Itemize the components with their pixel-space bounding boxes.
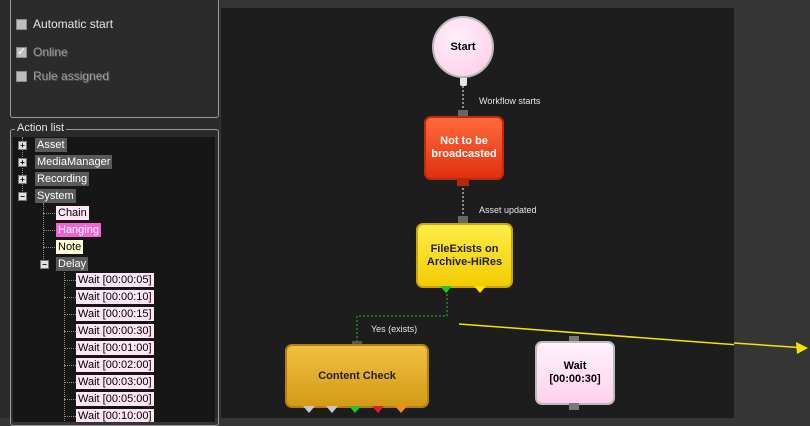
left-panel: Automatic start Online Rule assigned Act…: [0, 0, 220, 426]
start-output-port[interactable]: [460, 78, 467, 86]
tree-line: [64, 331, 76, 332]
expand-icon[interactable]: +: [18, 141, 27, 150]
tree-item-chain[interactable]: Chain: [56, 206, 89, 220]
tree-line: [64, 382, 76, 383]
tree-item-asset[interactable]: Asset: [35, 138, 67, 152]
action-list-title: Action list: [15, 121, 67, 135]
tree-item-wait[interactable]: Wait [00:05:00]: [76, 392, 154, 406]
checkbox-box: [16, 70, 27, 82]
checkbox-box[interactable]: [16, 18, 27, 30]
rule-assigned-checkbox: Rule assigned: [16, 69, 109, 83]
start-node[interactable]: Start: [432, 16, 494, 78]
expand-icon[interactable]: +: [18, 158, 27, 167]
tree-line: [43, 247, 55, 248]
tree-item-wait[interactable]: Wait [00:00:10]: [76, 290, 154, 304]
rule-assigned-label: Rule assigned: [33, 69, 110, 83]
start-node-label: Start: [450, 40, 476, 53]
yellow-node-input-port[interactable]: [458, 216, 468, 223]
tree-item-wait[interactable]: Wait [00:00:30]: [76, 324, 154, 338]
drag-arrow: [734, 342, 808, 354]
node-label: Content Check: [318, 369, 396, 382]
tree-line: [43, 203, 44, 261]
file-exists-node[interactable]: FileExists on Archive-HiRes: [416, 223, 513, 288]
tree-item-recording[interactable]: Recording: [35, 172, 90, 186]
node-label: Wait [00:00:30]: [549, 360, 601, 385]
collapse-icon[interactable]: −: [40, 260, 49, 269]
tree-item-system[interactable]: System: [35, 189, 76, 203]
online-label: Online: [33, 45, 68, 59]
tree-item-note[interactable]: Note: [56, 240, 84, 254]
output-port-grey[interactable]: [303, 406, 315, 414]
online-checkbox: Online: [16, 45, 68, 59]
edge-label-yes-exists: Yes (exists): [371, 324, 418, 334]
edge-label-asset-updated: Asset updated: [479, 205, 537, 215]
expand-icon[interactable]: +: [18, 175, 27, 184]
no-output-port[interactable]: [474, 286, 486, 294]
tree-line: [43, 230, 55, 231]
wait-node[interactable]: Wait [00:00:30]: [535, 341, 615, 405]
content-check-node[interactable]: Content Check: [285, 344, 429, 408]
tree-item-wait[interactable]: Wait [00:01:00]: [76, 341, 154, 355]
automatic-start-checkbox[interactable]: Automatic start: [16, 17, 113, 31]
red-node-output-port[interactable]: [457, 178, 469, 186]
yes-output-port[interactable]: [440, 286, 452, 294]
tree-line: [43, 213, 55, 214]
tree-item-wait[interactable]: Wait [00:02:00]: [76, 358, 154, 372]
connector-yes-exists: [356, 290, 448, 343]
node-label: Not to be broadcasted: [431, 135, 497, 160]
not-to-be-broadcasted-node[interactable]: Not to be broadcasted: [424, 116, 504, 180]
workflow-canvas[interactable]: Start Workflow starts Not to be broadcas…: [221, 8, 734, 418]
tree-item-hanging[interactable]: Hanging: [56, 223, 101, 237]
tree-line: [64, 399, 76, 400]
tree-line: [64, 280, 76, 281]
tree-item-delay[interactable]: Delay: [56, 257, 89, 271]
tree-line: [64, 348, 76, 349]
output-port-grey[interactable]: [326, 406, 338, 414]
wait-output-port[interactable]: [569, 403, 579, 410]
tree-item-mediamanager[interactable]: MediaManager: [35, 155, 113, 169]
output-port-orange[interactable]: [395, 406, 407, 414]
automatic-start-label: Automatic start: [33, 17, 114, 31]
action-tree[interactable]: + Asset + MediaManager + Recording − Sys…: [13, 137, 215, 422]
tree-line: [64, 297, 76, 298]
tree-line: [64, 416, 76, 417]
arrow-head-icon: [796, 342, 808, 354]
tree-item-wait[interactable]: Wait [00:00:15]: [76, 307, 154, 321]
edge-label-workflow-starts: Workflow starts: [479, 96, 541, 106]
checkbox-box: [16, 45, 27, 58]
output-port-red[interactable]: [372, 406, 384, 414]
output-port-green[interactable]: [349, 406, 361, 414]
collapse-icon[interactable]: −: [18, 192, 27, 201]
tree-item-wait[interactable]: Wait [00:10:00]: [76, 409, 154, 422]
tree-line: [64, 365, 76, 366]
tree-line: [64, 314, 76, 315]
tree-item-wait[interactable]: Wait [00:03:00]: [76, 375, 154, 389]
node-label: FileExists on Archive-HiRes: [426, 242, 503, 268]
tree-item-wait[interactable]: Wait [00:00:05]: [76, 273, 154, 287]
